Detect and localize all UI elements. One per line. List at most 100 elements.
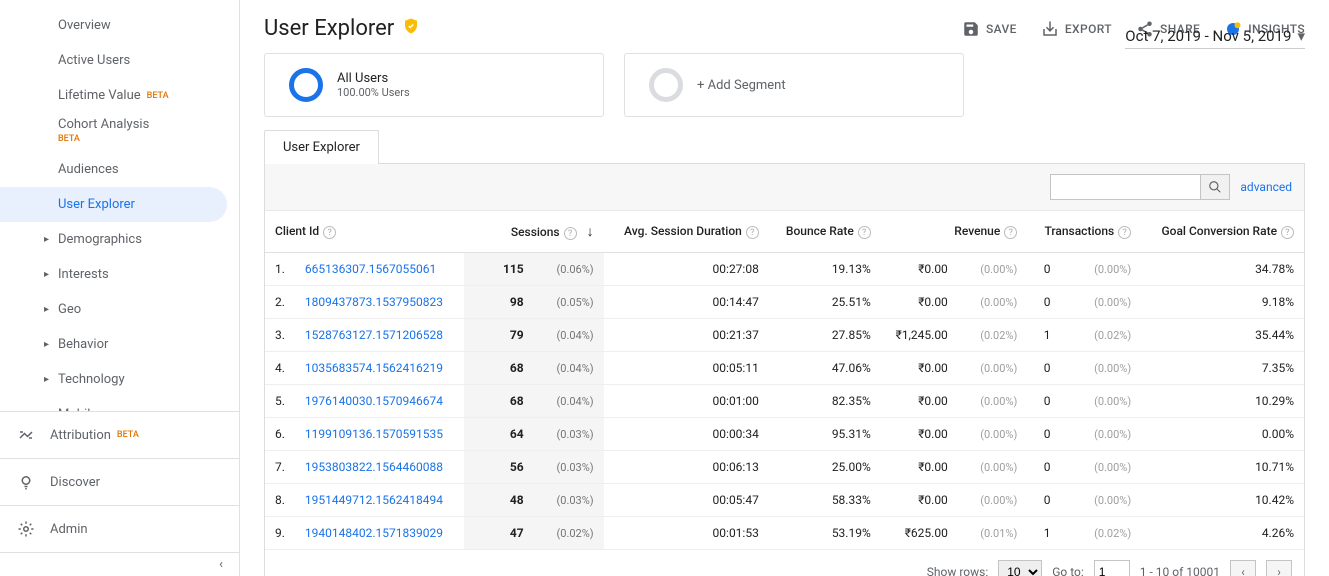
table-row: 8.1951449712.156241849448(0.03%)00:05:47… [265,484,1304,517]
transactions-value: 0 [1027,385,1060,418]
col-revenue[interactable]: Revenue? [881,211,1028,253]
help-icon[interactable]: ? [746,226,759,239]
goal-conversion: 10.29% [1141,385,1304,418]
client-id-link[interactable]: 1199109136.1570591535 [305,427,443,441]
col-sessions[interactable]: Sessions?↓ [464,211,604,253]
bounce-rate: 25.00% [769,451,881,484]
nav-active-users[interactable]: Active Users [0,43,239,78]
client-id-link[interactable]: 665136307.1567055061 [305,262,436,276]
nav-interests[interactable]: ▸Interests [0,257,239,292]
avg-duration: 00:01:53 [604,517,769,550]
table-row: 2.1809437873.153795082398(0.05%)00:14:47… [265,286,1304,319]
sessions-pct: (0.05%) [534,286,604,319]
nav-label: User Explorer [58,197,135,212]
save-icon [962,20,980,38]
table-search [1050,174,1230,200]
next-page-button[interactable]: › [1266,560,1292,576]
nav-behavior[interactable]: ▸ Behavior [0,327,239,362]
avg-duration: 00:05:47 [604,484,769,517]
main-content: User Explorer SAVE EXPORT SHARE INSIGHTS… [240,0,1329,576]
nav-attribution[interactable]: AttributionBETA [0,411,239,458]
nav-cohort-analysis[interactable]: Cohort Analysis [0,113,239,134]
chevron-right-icon: ▸ [44,269,49,280]
sessions-value: 79 [464,319,534,352]
client-id-link[interactable]: 1528763127.1571206528 [305,328,443,342]
col-goal-conv[interactable]: Goal Conversion Rate? [1141,211,1304,253]
help-icon[interactable]: ? [1281,226,1294,239]
nav-label: Behavior [58,337,108,352]
sessions-value: 68 [464,385,534,418]
segment-title: All Users [337,71,410,86]
help-icon[interactable]: ? [564,227,577,240]
bounce-rate: 82.35% [769,385,881,418]
pager-range: 1 - 10 of 10001 [1140,565,1220,576]
save-label: SAVE [986,22,1017,36]
beta-badge: BETA [117,430,139,440]
row-index: 7. [265,451,295,484]
prev-page-button[interactable]: ‹ [1230,560,1256,576]
help-icon[interactable]: ? [858,226,871,239]
sessions-pct: (0.04%) [534,319,604,352]
advanced-link[interactable]: advanced [1240,180,1292,194]
nav-overview[interactable]: Overview [0,8,239,43]
client-id-cell: 1976140030.1570946674 [295,385,464,418]
beta-badge: BETA [58,134,80,144]
col-avg-duration[interactable]: Avg. Session Duration? [604,211,769,253]
col-bounce[interactable]: Bounce Rate? [769,211,881,253]
goto-page-input[interactable] [1094,560,1130,576]
nav-lifetime-value[interactable]: Lifetime ValueBETA [0,78,239,113]
nav-label: Admin [50,522,88,537]
avg-duration: 00:05:11 [604,352,769,385]
nav-label: Geo [58,302,81,317]
revenue-pct: (0.00%) [958,286,1027,319]
chevron-right-icon: ▸ [44,409,49,411]
nav-audiences[interactable]: Audiences [0,152,239,187]
client-id-link[interactable]: 1940148402.1571839029 [305,526,443,540]
client-id-cell: 1809437873.1537950823 [295,286,464,319]
sessions-pct: (0.06%) [534,253,604,286]
row-index: 4. [265,352,295,385]
col-transactions[interactable]: Transactions? [1027,211,1141,253]
save-button[interactable]: SAVE [962,20,1017,38]
nav-geo[interactable]: ▸Geo [0,292,239,327]
add-segment-button[interactable]: + Add Segment [624,53,964,117]
avg-duration: 00:21:37 [604,319,769,352]
client-id-link[interactable]: 1035683574.1562416219 [305,361,443,375]
nav-mobile[interactable]: ▸Mobile [0,397,239,411]
nav-discover[interactable]: Discover [0,458,239,505]
client-id-link[interactable]: 1953803822.1564460088 [305,460,443,474]
client-id-link[interactable]: 1951449712.1562418494 [305,493,443,507]
search-button[interactable] [1200,174,1230,200]
tab-user-explorer[interactable]: User Explorer [264,130,379,164]
help-icon[interactable]: ? [1118,226,1131,239]
collapse-sidebar-button[interactable]: ‹ [0,552,239,576]
goal-conversion: 9.18% [1141,286,1304,319]
segment-all-users[interactable]: All Users 100.00% Users [264,53,604,117]
help-icon[interactable]: ? [1004,226,1017,239]
chevron-right-icon: ▸ [44,339,49,350]
revenue-value: ₹0.00 [881,484,958,517]
search-input[interactable] [1050,174,1200,200]
avg-duration: 00:14:47 [604,286,769,319]
date-range-picker[interactable]: Oct 7, 2019 - Nov 5, 2019 ▾ [1125,27,1305,49]
sessions-pct: (0.04%) [534,352,604,385]
help-icon[interactable]: ? [323,226,336,239]
bulb-icon [16,473,36,491]
row-index: 8. [265,484,295,517]
client-id-link[interactable]: 1809437873.1537950823 [305,295,443,309]
nav-user-explorer[interactable]: User Explorer [0,187,227,222]
table-row: 5.1976140030.157094667468(0.04%)00:01:00… [265,385,1304,418]
sessions-value: 64 [464,418,534,451]
export-button[interactable]: EXPORT [1041,20,1112,38]
client-id-link[interactable]: 1976140030.1570946674 [305,394,443,408]
chevron-right-icon: › [1277,565,1281,576]
chevron-left-icon: ‹ [219,557,223,572]
nav-technology[interactable]: ▸Technology [0,362,239,397]
attribution-icon [16,426,36,444]
sessions-value: 56 [464,451,534,484]
nav-admin[interactable]: Admin [0,505,239,552]
rows-per-page-select[interactable]: 10 [998,560,1042,576]
col-client-id[interactable]: Client Id? [265,211,464,253]
table-row: 1.665136307.1567055061115(0.06%)00:27:08… [265,253,1304,286]
nav-demographics[interactable]: ▸Demographics [0,222,239,257]
